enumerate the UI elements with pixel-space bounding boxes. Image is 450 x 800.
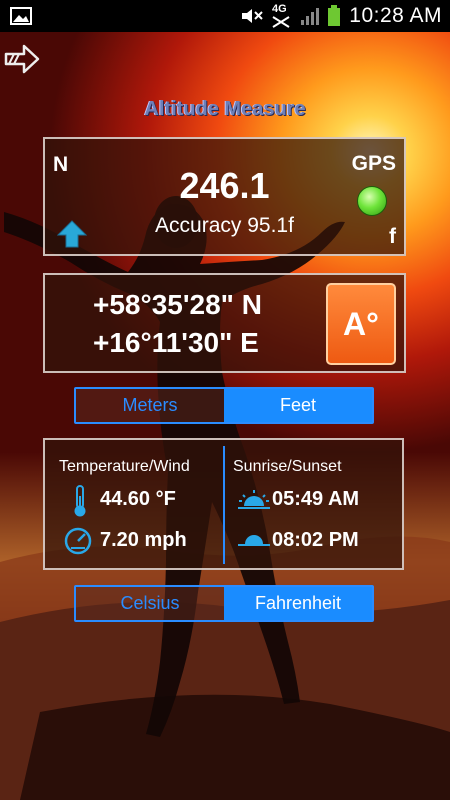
celsius-option[interactable]: Celsius	[76, 587, 224, 620]
gallery-icon	[10, 7, 32, 25]
temperature-units-toggle: Celsius Fahrenheit	[74, 585, 374, 622]
meters-option[interactable]: Meters	[76, 389, 224, 422]
altitude-panel: N 246.1 Accuracy 95.1f GPS f	[43, 137, 406, 256]
sunrise-icon	[238, 490, 270, 509]
mute-icon	[242, 9, 263, 23]
gps-status-indicator	[357, 186, 387, 216]
accuracy-label: Accuracy 95.1f	[155, 214, 294, 237]
temperature-value: 44.60 °F	[100, 488, 176, 510]
temperature-wind-header: Temperature/Wind	[59, 458, 190, 475]
altitude-unit: f	[389, 225, 396, 248]
sunset-time: 08:02 PM	[272, 529, 359, 551]
latitude-value: +58°35'28" N	[93, 289, 262, 320]
wind-gauge-icon	[64, 527, 92, 555]
units-toggle: Meters Feet	[74, 387, 374, 424]
battery-icon	[328, 5, 340, 26]
wind-value: 7.20 mph	[100, 529, 187, 551]
app-title: Altitude Measure	[144, 98, 306, 120]
sunrise-sunset-header: Sunrise/Sunset	[233, 458, 342, 475]
thermometer-icon	[74, 485, 86, 517]
status-bar: 4G 10:28 AM	[0, 0, 450, 32]
coordinate-format-button[interactable]: A°	[326, 283, 396, 365]
longitude-value: +16°11'30" E	[93, 327, 259, 358]
sunrise-time: 05:49 AM	[272, 488, 360, 510]
panel-divider	[223, 446, 225, 564]
weather-panel: Temperature/Wind Sunrise/Sunset 44.60 °F…	[43, 438, 404, 570]
fahrenheit-option[interactable]: Fahrenheit	[224, 587, 372, 620]
north-arrow-icon	[57, 220, 87, 248]
feet-option[interactable]: Feet	[224, 389, 372, 422]
exit-arrow-icon[interactable]	[2, 42, 40, 76]
no-sim-icon	[272, 16, 290, 28]
coordinates-panel: +58°35'28" N +16°11'30" E A°	[43, 273, 406, 373]
gps-label: GPS	[351, 152, 396, 175]
network-type-label: 4G	[272, 3, 287, 15]
altitude-value: 246.1	[179, 165, 270, 206]
clock: 10:28 AM	[349, 4, 442, 27]
sunset-icon	[238, 535, 270, 546]
signal-icon	[301, 8, 319, 25]
